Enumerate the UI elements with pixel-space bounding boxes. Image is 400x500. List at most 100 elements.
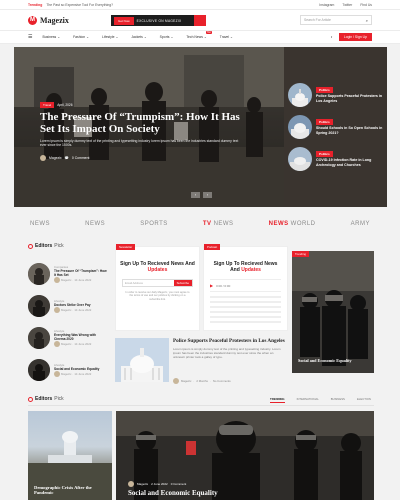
trending-image xyxy=(292,251,374,373)
podcast-card: Podcast Sign Up To Recieved News And Upd… xyxy=(203,244,288,331)
list-item-title: The Pressure Of “Trumpism”: How It Has S… xyxy=(54,269,107,277)
list-item-thumb xyxy=(28,327,50,349)
editors-pick-list: Companies The Pressure Of “Trumpism”: Ho… xyxy=(28,258,108,386)
tab-international[interactable]: INTERNATIONAL xyxy=(297,397,319,403)
banner-button[interactable]: Get Now xyxy=(114,16,134,25)
banner-accent xyxy=(194,15,206,26)
nav-item-travel[interactable]: Travel ⌄ xyxy=(220,35,233,39)
trending-card[interactable]: Trending Social and Economic Equality xyxy=(292,251,374,373)
wide-story[interactable]: Police Supports Peaceful Protesters in L… xyxy=(115,338,285,388)
author-avatar xyxy=(128,481,134,487)
hero-slider-nav: ‹ › xyxy=(191,192,212,198)
bottom-section-title: Editors Pick xyxy=(28,396,64,402)
partner-logo[interactable]: NEWS xyxy=(30,221,50,227)
list-item-title: Doctors Strike Over Pay xyxy=(54,303,91,307)
side-story[interactable]: Politics COVID-19 Infection Rate in Long… xyxy=(288,144,384,174)
podcast-lines xyxy=(210,296,281,323)
login-button[interactable]: Login / Sign Up xyxy=(338,33,372,41)
tab-trending[interactable]: TRENDING xyxy=(270,397,285,403)
bottom-feature-card[interactable]: Magezix 2 June 2022 0 Comment Social and… xyxy=(116,411,374,500)
hero-meta: Travel April, 2026 xyxy=(40,102,240,108)
partner-logo-text: WORLD xyxy=(290,221,316,227)
play-icon[interactable]: ▶ xyxy=(210,283,213,288)
wide-story-image xyxy=(115,338,169,382)
list-item[interactable]: Lifestyle Social and Economic Equality M… xyxy=(28,354,108,386)
side-story-thumb xyxy=(288,115,312,139)
bottom-card-title[interactable]: Demographic Crisis After the Pandemic xyxy=(34,485,112,496)
nav-item-fashion[interactable]: Fashion ⌄ xyxy=(73,35,89,39)
search-input[interactable]: Search For Article xyxy=(304,18,331,22)
bottom-card[interactable]: Demographic Crisis After the Pandemic xyxy=(28,411,112,500)
search-box[interactable]: Search For Article ⌕ xyxy=(300,15,372,25)
author-avatar xyxy=(54,371,60,377)
hot-badge: Hot xyxy=(206,31,212,34)
bottom-feature-title[interactable]: Social and Economic Equality xyxy=(128,489,218,497)
side-story[interactable]: Politics Should Schools in So Open Schoo… xyxy=(288,112,384,142)
hero-title[interactable]: The Pressure Of “Trumpism”: How It Has S… xyxy=(40,111,240,135)
side-story-badge[interactable]: Politics xyxy=(316,150,333,158)
instagram-link[interactable]: Instagram xyxy=(319,3,334,7)
side-story-badge[interactable]: Politics xyxy=(316,118,333,126)
partner-logo-text: ARMY xyxy=(350,221,370,227)
partner-logo[interactable]: NEWS WORLD xyxy=(269,221,316,227)
slider-prev-button[interactable]: ‹ xyxy=(191,192,200,198)
trending-text[interactable]: The Past so Expensive Tool For Everythin… xyxy=(46,3,113,7)
partner-logo[interactable]: ARMY xyxy=(351,221,370,227)
podcast-heading: Sign Up To Recieved News And Updates xyxy=(213,261,278,273)
menu-icon[interactable]: ☰ xyxy=(28,34,32,40)
logo-text: Magezix xyxy=(40,15,69,25)
side-story-title[interactable]: COVID-19 Infection Rate in Long Archeolo… xyxy=(316,158,371,167)
slider-next-button[interactable]: › xyxy=(203,192,212,198)
nav-item-tech-news[interactable]: Tech News ⌄ Hot xyxy=(186,31,212,39)
logo-mark-icon: M xyxy=(28,15,37,25)
list-item[interactable]: Companies The Pressure Of “Trumpism”: Ho… xyxy=(28,258,108,290)
side-story[interactable]: Politics Police Supports Peaceful Protes… xyxy=(288,80,384,110)
hero-byline: Magezix 💬 0 Comment xyxy=(40,154,240,161)
twitter-link[interactable]: Twitter xyxy=(342,3,352,7)
header-ad-banner[interactable]: Get Now EXCLUSIVE ON MAGEZIX xyxy=(111,15,206,26)
trending-title[interactable]: Social and Economic Equality xyxy=(298,358,352,363)
side-story-title[interactable]: Should Schools in So Open Schools in Spr… xyxy=(316,126,382,135)
hero-excerpt: Lorem ipsum is simply dummy text of the … xyxy=(40,139,239,148)
site-logo[interactable]: M Magezix xyxy=(28,15,69,25)
partner-logo[interactable]: TV NEWS xyxy=(203,221,234,227)
banner-text: EXCLUSIVE ON MAGEZIX xyxy=(136,18,182,23)
partner-logo-text: NEWS xyxy=(30,221,50,227)
podcast-tag: Podcast xyxy=(204,244,221,250)
site-header: M Magezix Get Now EXCLUSIVE ON MAGEZIX S… xyxy=(0,10,400,30)
partner-logo[interactable]: SPORTS xyxy=(140,221,168,227)
nav-item-jackets[interactable]: Jackets ⌄ xyxy=(131,35,146,39)
subscribe-button[interactable]: Subscribe xyxy=(173,280,192,286)
list-item[interactable]: Lifestyle Everything Was Wrong with Cine… xyxy=(28,322,108,354)
search-icon[interactable]: ⌕ xyxy=(366,18,368,23)
nav-item-sports[interactable]: Sports ⌄ xyxy=(160,35,174,39)
tab-business[interactable]: BUSINESS xyxy=(331,397,345,403)
find-us-link[interactable]: Find Us xyxy=(360,3,372,7)
hero-author[interactable]: Magezix xyxy=(49,156,62,160)
newsletter-fine-print: In order to receive our daily Magezix, y… xyxy=(125,291,190,301)
partner-logo-accent: NEWS xyxy=(268,221,289,227)
trending-tag: Trending xyxy=(292,251,309,257)
wide-story-excerpt: Lorem ipsum is simply dummy text of the … xyxy=(173,347,281,360)
partner-logo-text: NEWS xyxy=(85,221,106,227)
hero-caption: Travel April, 2026 The Pressure Of “Trum… xyxy=(40,102,240,161)
hero-date: April, 2026 xyxy=(57,103,73,107)
partner-logo-accent: TV xyxy=(202,221,212,227)
author-avatar xyxy=(173,378,179,384)
email-field[interactable]: Email Address xyxy=(125,281,143,285)
audio-player[interactable]: ▶ 0:00 / 0:00 xyxy=(210,279,281,292)
side-story-badge[interactable]: Politics xyxy=(316,86,333,94)
hero-main-story[interactable]: Travel April, 2026 The Pressure Of “Trum… xyxy=(14,47,284,207)
theme-toggle-icon[interactable]: ◐ xyxy=(331,35,333,39)
nav-item-business[interactable]: Business ⌄ xyxy=(42,35,60,39)
nav-item-lifestyle[interactable]: Lifestyle ⌄ xyxy=(102,35,118,39)
hero-category-badge[interactable]: Travel xyxy=(40,102,55,108)
top-links: Instagram Twitter Find Us xyxy=(319,3,372,7)
wide-story-title[interactable]: Police Supports Peaceful Protesters in L… xyxy=(173,338,285,344)
partner-logo[interactable]: NEWS xyxy=(85,221,105,227)
newsletter-form: Email Address Subscribe xyxy=(122,279,193,287)
divider xyxy=(28,405,374,406)
tab-election[interactable]: ELECTION xyxy=(357,397,371,403)
side-story-title[interactable]: Police Supports Peaceful Protesters in L… xyxy=(316,94,382,103)
list-item[interactable]: Lifestyle Doctors Strike Over Pay Magezi… xyxy=(28,290,108,322)
